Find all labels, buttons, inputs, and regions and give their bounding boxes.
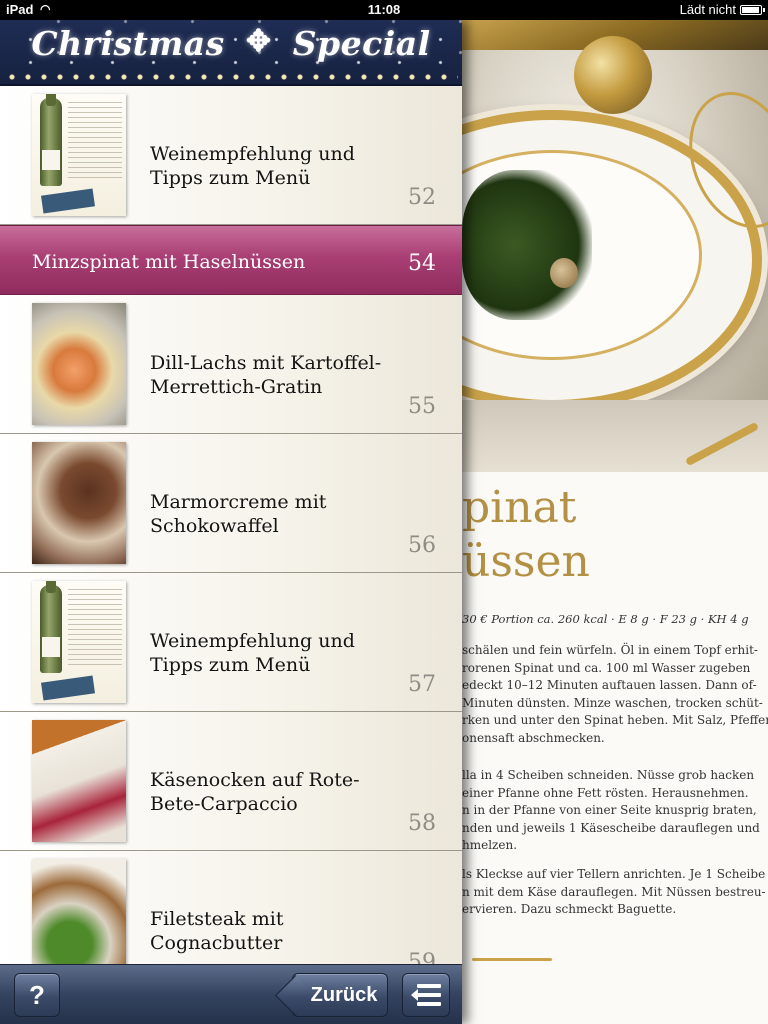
clock: 11:08	[367, 2, 401, 17]
toc-item-page: 57	[408, 672, 436, 697]
toc-item[interactable]: Käsenocken auf Rote-Bete-Carpaccio 58	[0, 712, 462, 851]
toc-item-page: 55	[408, 394, 436, 419]
help-button[interactable]: ?	[14, 973, 60, 1017]
article-headline-line1: pinat	[462, 482, 577, 533]
title-left: Christmas	[31, 24, 225, 63]
toc-item[interactable]: Weinempfehlung und Tipps zum Menü 52	[0, 86, 462, 225]
text-line: onensaft abschmecken.	[462, 730, 605, 745]
thumb-label	[42, 637, 60, 657]
text-line: rorenen Spinat und ca. 100 ml Wasser zug…	[462, 660, 751, 675]
thumb-badge	[41, 188, 95, 214]
list-back-icon	[411, 984, 441, 1006]
bottom-toolbar: ? Zurück	[0, 964, 462, 1024]
toc-item[interactable]: Weinempfehlung und Tipps zum Menü 57	[0, 573, 462, 712]
toc-item-page: 58	[408, 811, 436, 836]
text-line: ls Kleckse auf vier Tellern anrichten. J…	[462, 867, 766, 881]
thumb-lines	[68, 589, 122, 669]
recipe-paragraph-2: lla in 4 Scheiben schneiden. Nüsse grob …	[462, 767, 768, 855]
back-button[interactable]: Zurück	[292, 973, 388, 1017]
text-line: lla in 4 Scheiben schneiden. Nüsse grob …	[462, 768, 755, 782]
toc-item-title: Weinempfehlung und Tipps zum Menü	[150, 630, 355, 676]
ornament-divider	[472, 958, 552, 961]
toc-item[interactable]: Dill-Lachs mit Kartoffel-Merrettich-Grat…	[0, 295, 462, 434]
title-right: Special	[292, 24, 431, 63]
back-button-label: Zurück	[310, 983, 378, 1006]
toc-thumbnail	[32, 859, 126, 981]
toc-toggle-button[interactable]	[402, 973, 450, 1017]
christmas-ornament	[574, 36, 652, 114]
wine-bottle-icon	[40, 94, 62, 186]
toc-thumbnail	[32, 442, 126, 564]
toc-item-title: Marmorcreme mit Schokowaffel	[150, 491, 327, 537]
text-line: ervieren. Dazu schmeckt Baguette.	[462, 902, 677, 916]
dish-photo	[462, 20, 768, 472]
thumb-label	[42, 150, 60, 170]
recipe-meta: 30 € Portion ca. 260 kcal · E 8 g · F 23…	[462, 612, 749, 626]
hazelnut	[550, 258, 578, 288]
recipe-paragraph-3: ls Kleckse auf vier Tellern anrichten. J…	[462, 866, 768, 919]
toc-item-title: Weinempfehlung und Tipps zum Menü	[150, 143, 355, 189]
angel-icon: ✥	[245, 24, 272, 59]
tablecloth	[462, 400, 768, 472]
text-line: n mit dem Käse darauflegen. Mit Nüssen b…	[462, 884, 766, 899]
toc-thumbnail	[32, 720, 126, 842]
spinach	[462, 170, 592, 320]
thumb-badge	[41, 675, 95, 701]
text-line: Minuten dünsten. Minze waschen, trocken …	[462, 695, 763, 710]
toc-list: Weinempfehlung und Tipps zum Menü 52 Minzs…	[0, 86, 462, 990]
battery-icon	[740, 5, 765, 15]
thumb-lines	[68, 102, 122, 182]
text-line: schälen und fein würfeln. Öl in einem To…	[462, 643, 758, 657]
article-headline-line2: üssen	[462, 536, 590, 587]
toc-item-title: Filetsteak mit Cognacbutter	[150, 908, 284, 954]
toc-item-title: Minzspinat mit Haselnüssen	[32, 251, 306, 273]
toc-panel: Christmas ✥ Special Weinempfehlung und T…	[0, 20, 462, 1024]
magazine-page[interactable]: pinat üssen 30 € Portion ca. 260 kcal · …	[462, 20, 768, 1024]
text-line: edeckt 10–12 Minuten auftauen lassen. Da…	[462, 678, 757, 692]
toc-item[interactable]: Marmorcreme mit Schokowaffel 56	[0, 434, 462, 573]
status-bar: iPad ◠ 11:08 Lädt nicht	[0, 0, 768, 20]
toc-item-page: 52	[408, 185, 436, 210]
toc-item-title: Käsenocken auf Rote-Bete-Carpaccio	[150, 769, 360, 815]
text-line: n in der Pfanne von einer Seite knusprig…	[462, 803, 757, 817]
toc-item-title: Dill-Lachs mit Kartoffel-Merrettich-Grat…	[150, 352, 382, 398]
toc-header: Christmas ✥ Special	[0, 20, 462, 86]
text-line: einer Pfanne ohne Fett rösten. Herausneh…	[462, 785, 749, 800]
toc-item-page: 56	[408, 533, 436, 558]
toc-thumbnail	[32, 94, 126, 216]
toc-thumbnail	[32, 303, 126, 425]
charge-status: Lädt nicht	[679, 2, 736, 17]
wine-bottle-icon	[40, 581, 62, 673]
text-line: nden und jeweils 1 Käsescheibe daraufleg…	[462, 820, 760, 835]
recipe-paragraph-1: schälen und fein würfeln. Öl in einem To…	[462, 642, 768, 747]
toc-item[interactable]: Minzspinat mit Haselnüssen 54	[0, 225, 462, 295]
toc-thumbnail	[32, 581, 126, 703]
text-line: hmelzen.	[462, 838, 518, 852]
light-string	[4, 74, 458, 80]
toc-item-page: 54	[408, 251, 436, 276]
magazine-title: Christmas ✥ Special	[0, 24, 462, 63]
text-line: rken und unter den Spinat heben. Mit Sal…	[462, 713, 768, 727]
